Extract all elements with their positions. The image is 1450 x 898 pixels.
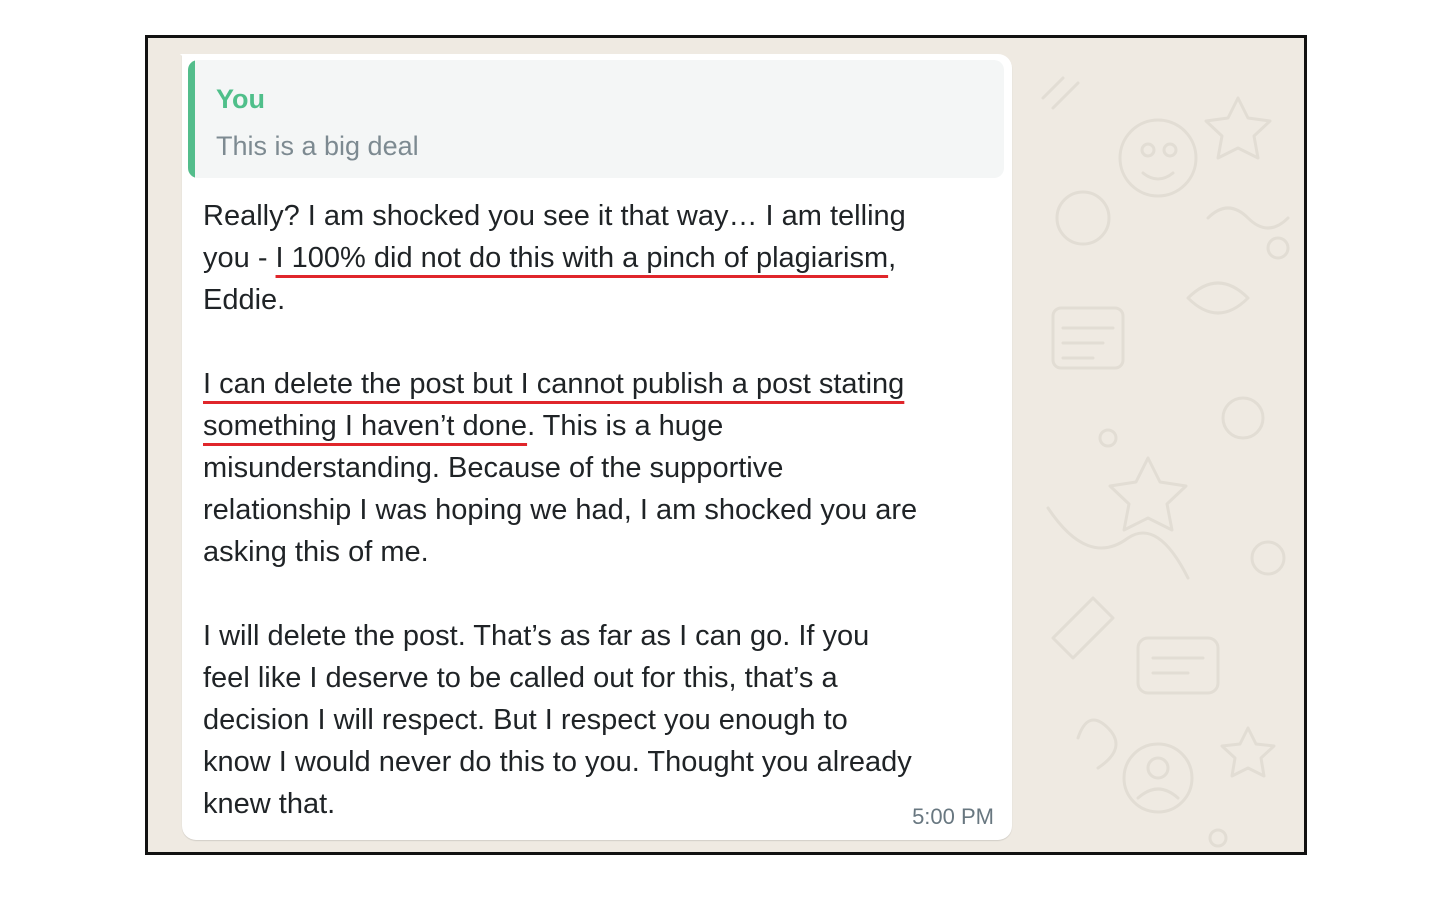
message-line: misunderstanding. Because of the support… [203,447,1013,489]
quote-accent-bar [188,60,195,178]
message-paragraph: I can delete the post but I cannot publi… [203,363,1013,573]
text-segment: you - [203,242,276,274]
message-bubble[interactable]: You This is a big deal Really? I am shoc… [182,54,1012,840]
text-segment: I will delete the post. That’s as far as… [203,620,870,652]
message-bubble-container: You This is a big deal Really? I am shoc… [170,54,1012,842]
text-segment: knew that. [203,788,336,820]
text-segment: relationship I was hoping we had, I am s… [203,494,918,526]
message-line: Really? I am shocked you see it that way… [203,195,1013,237]
message-timestamp: 5:00 PM [912,804,994,829]
text-segment: decision I will respect. But I respect y… [203,704,848,736]
message-line: Eddie. [203,279,1013,321]
message-line: knew that. [203,783,1013,825]
message-text: Really? I am shocked you see it that way… [203,195,1013,825]
underlined-text: I 100% did not do this with a pinch of p… [275,242,889,274]
text-segment: . This is a huge [527,410,724,442]
quoted-text: This is a big deal [216,131,419,161]
message-line: something I haven’t done. This is a huge [203,405,1013,447]
text-segment: Eddie. [203,284,286,316]
text-segment: , [888,242,897,274]
message-line: decision I will respect. But I respect y… [203,699,1013,741]
message-line: I can delete the post but I cannot publi… [203,363,1013,405]
text-segment: asking this of me. [203,536,429,568]
text-segment: know I would never do this to you. Thoug… [203,746,912,778]
underlined-text: something I haven’t done [203,410,528,442]
text-segment: Really? I am shocked you see it that way… [203,200,906,232]
message-paragraph: I will delete the post. That’s as far as… [203,615,1013,825]
underlined-text: I can delete the post but I cannot publi… [203,368,905,400]
message-line: feel like I deserve to be called out for… [203,657,1013,699]
message-paragraph: Really? I am shocked you see it that way… [203,195,1013,321]
text-segment: misunderstanding. Because of the support… [203,452,784,484]
quoted-author: You [216,84,265,114]
message-line: you - I 100% did not do this with a pinc… [203,237,1013,279]
text-segment: feel like I deserve to be called out for… [203,662,838,694]
quoted-message[interactable]: You This is a big deal [188,60,1004,178]
message-line: know I would never do this to you. Thoug… [203,741,1013,783]
chat-window: You This is a big deal Really? I am shoc… [145,35,1307,855]
message-line: asking this of me. [203,531,1013,573]
message-line: I will delete the post. That’s as far as… [203,615,1013,657]
message-line: relationship I was hoping we had, I am s… [203,489,1013,531]
